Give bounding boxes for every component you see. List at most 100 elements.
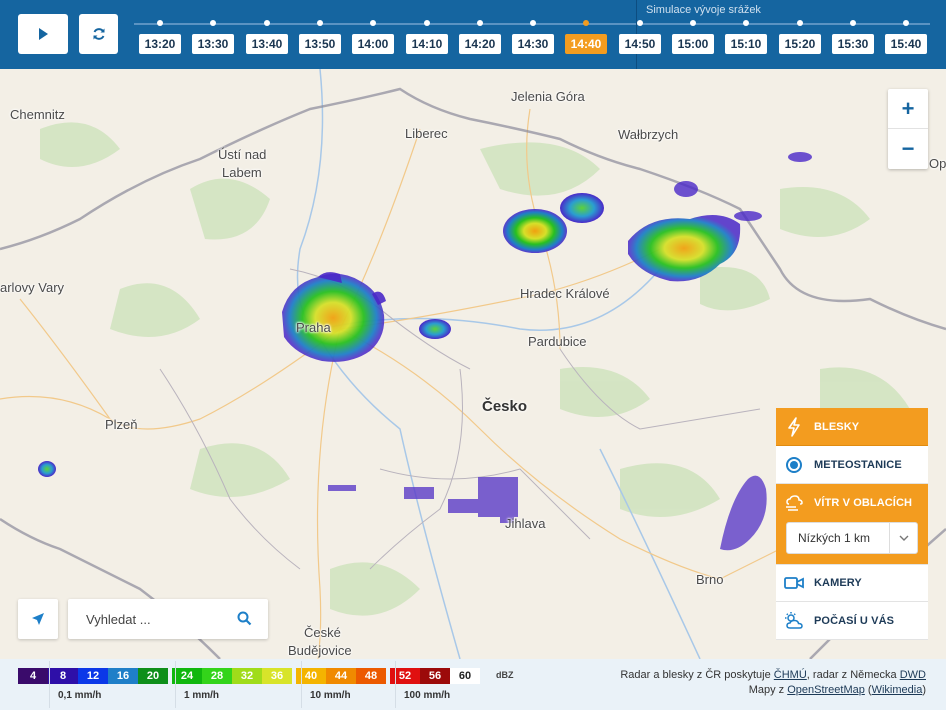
- dwd-link[interactable]: DWD: [900, 669, 926, 681]
- simulation-label: Simulace vývoje srážek: [646, 4, 761, 16]
- time-tick[interactable]: 13:50: [299, 34, 341, 54]
- time-tick[interactable]: 15:10: [725, 34, 767, 54]
- time-tick[interactable]: 14:00: [352, 34, 394, 54]
- layer-vitr-label: VÍTR V OBLACÍCH: [814, 497, 913, 509]
- chevron-down-icon: [889, 523, 917, 553]
- legend-bar: 4 8 12 16 20 24 28 32 36 40 44 48 52 56 60 dBZ 0,1 mm/…: [0, 659, 946, 710]
- wind-layer-group: VÍTR V OBLACÍCH Nízkých 1 km: [776, 484, 928, 564]
- city-ceske-line1: České: [304, 625, 341, 640]
- refresh-icon: [93, 28, 104, 40]
- mmh-label-2: 1 mm/h: [184, 690, 220, 701]
- wind-cloud-icon: [784, 493, 804, 513]
- dbz-swatch: 12: [78, 668, 108, 684]
- search-input[interactable]: [68, 599, 228, 639]
- city-ceske-line2: Budějovice: [288, 643, 352, 658]
- credits-text: Mapy z: [748, 684, 788, 696]
- timeline-dot[interactable]: [424, 20, 430, 26]
- credits-line-2: Mapy z OpenStreetMap (Wikimedia): [620, 683, 926, 698]
- location-arrow-icon: [32, 613, 44, 625]
- dbz-swatch: 16: [108, 668, 138, 684]
- timeline-dot[interactable]: [477, 20, 483, 26]
- city-praha: Praha: [296, 320, 331, 335]
- city-brno: Brno: [696, 572, 724, 587]
- timeline-dot[interactable]: [903, 20, 909, 26]
- wind-altitude-select[interactable]: Nízkých 1 km: [786, 522, 918, 554]
- country-label: Česko: [482, 398, 528, 415]
- timeline-dot[interactable]: [797, 20, 803, 26]
- timeline-dot[interactable]: [210, 20, 216, 26]
- layer-vitr[interactable]: VÍTR V OBLACÍCH: [776, 484, 928, 522]
- city-jelenia-gora: Jelenia Góra: [511, 89, 585, 104]
- search-icon[interactable]: [237, 611, 252, 631]
- layer-kamery-label: KAMERY: [814, 577, 862, 589]
- time-tick[interactable]: 15:30: [832, 34, 874, 54]
- layer-blesky[interactable]: BLESKY: [776, 408, 928, 446]
- wind-altitude-value: Nízkých 1 km: [798, 531, 871, 545]
- dbz-unit: dBZ: [496, 670, 514, 680]
- time-tick[interactable]: 13:20: [139, 34, 181, 54]
- layer-panel: BLESKY METEOSTANICE VÍTR V OBLACÍCH Nízk…: [776, 408, 928, 640]
- city-op-partial: Op: [929, 156, 946, 171]
- city-plzen: Plzeň: [105, 417, 138, 432]
- station-icon: [784, 455, 804, 475]
- lightning-icon: [784, 416, 804, 437]
- city-karlovy-vary: arlovy Vary: [0, 280, 65, 295]
- city-liberec: Liberec: [405, 126, 448, 141]
- timeline-dot[interactable]: [637, 20, 643, 26]
- timeline-toolbar: Simulace vývoje srážek 13:20 13:30 13:40 13…: [0, 0, 946, 69]
- time-tick[interactable]: 14:30: [512, 34, 554, 54]
- time-tick[interactable]: 14:20: [459, 34, 501, 54]
- refresh-button[interactable]: [79, 14, 118, 54]
- play-icon: [39, 28, 48, 40]
- layer-blesky-label: BLESKY: [814, 420, 860, 433]
- city-usti-line2: Labem: [222, 165, 262, 180]
- time-tick[interactable]: 15:20: [779, 34, 821, 54]
- time-tick[interactable]: 15:40: [885, 34, 927, 54]
- play-button[interactable]: [18, 14, 68, 54]
- dbz-swatch: 8: [48, 668, 78, 684]
- mmh-label-3: 10 mm/h: [310, 690, 351, 701]
- dbz-swatch: 36: [262, 668, 292, 684]
- camera-icon: [784, 573, 804, 593]
- mmh-label-1: 0,1 mm/h: [58, 690, 102, 701]
- layer-pocasi[interactable]: POČASÍ U VÁS: [776, 602, 928, 640]
- timeline-dot[interactable]: [530, 20, 536, 26]
- dbz-swatch: 32: [232, 668, 262, 684]
- zoom-out-button[interactable]: −: [888, 129, 928, 169]
- zoom-control: + −: [888, 89, 928, 169]
- time-tick[interactable]: 13:30: [192, 34, 234, 54]
- locate-button[interactable]: [18, 599, 58, 639]
- layer-kamery[interactable]: KAMERY: [776, 564, 928, 602]
- osm-link[interactable]: OpenStreetMap: [787, 684, 865, 696]
- dbz-scale: 4 8 12 16 20 24 28 32 36 40 44 48 52 56 60: [18, 668, 480, 684]
- dbz-swatch: 24: [172, 668, 202, 684]
- credits-text: Radar a blesky z ČR poskytuje: [620, 669, 774, 681]
- zoom-in-button[interactable]: +: [888, 89, 928, 129]
- time-tick[interactable]: 14:10: [406, 34, 448, 54]
- dbz-swatch: 56: [420, 668, 450, 684]
- time-tick[interactable]: 15:00: [672, 34, 714, 54]
- timeline-dot[interactable]: [743, 20, 749, 26]
- city-usti-line1: Ústí nad: [218, 147, 267, 162]
- layer-pocasi-label: POČASÍ U VÁS: [814, 614, 895, 627]
- dbz-swatch: 44: [326, 668, 356, 684]
- chmu-link[interactable]: ČHMÚ: [774, 669, 807, 681]
- timeline-dot[interactable]: [317, 20, 323, 26]
- timeline-dot[interactable]: [690, 20, 696, 26]
- time-tick[interactable]: 14:50: [619, 34, 661, 54]
- time-tick[interactable]: 13:40: [246, 34, 288, 54]
- timeline-dot[interactable]: [157, 20, 163, 26]
- layer-meteostanice[interactable]: METEOSTANICE: [776, 446, 928, 484]
- wikimedia-link[interactable]: Wikimedia: [872, 684, 923, 696]
- credits: Radar a blesky z ČR poskytuje ČHMÚ, rada…: [620, 668, 926, 698]
- timeline-dot[interactable]: [583, 20, 589, 26]
- city-walbrzych: Wałbrzych: [618, 127, 679, 142]
- credits-text: ): [922, 684, 926, 696]
- dbz-swatch: 48: [356, 668, 386, 684]
- timeline-dot[interactable]: [850, 20, 856, 26]
- layer-meteostanice-label: METEOSTANICE: [814, 458, 902, 471]
- timeline-dot[interactable]: [370, 20, 376, 26]
- time-tick[interactable]: 14:40: [565, 34, 607, 54]
- search-box: [68, 599, 268, 639]
- timeline-dot[interactable]: [264, 20, 270, 26]
